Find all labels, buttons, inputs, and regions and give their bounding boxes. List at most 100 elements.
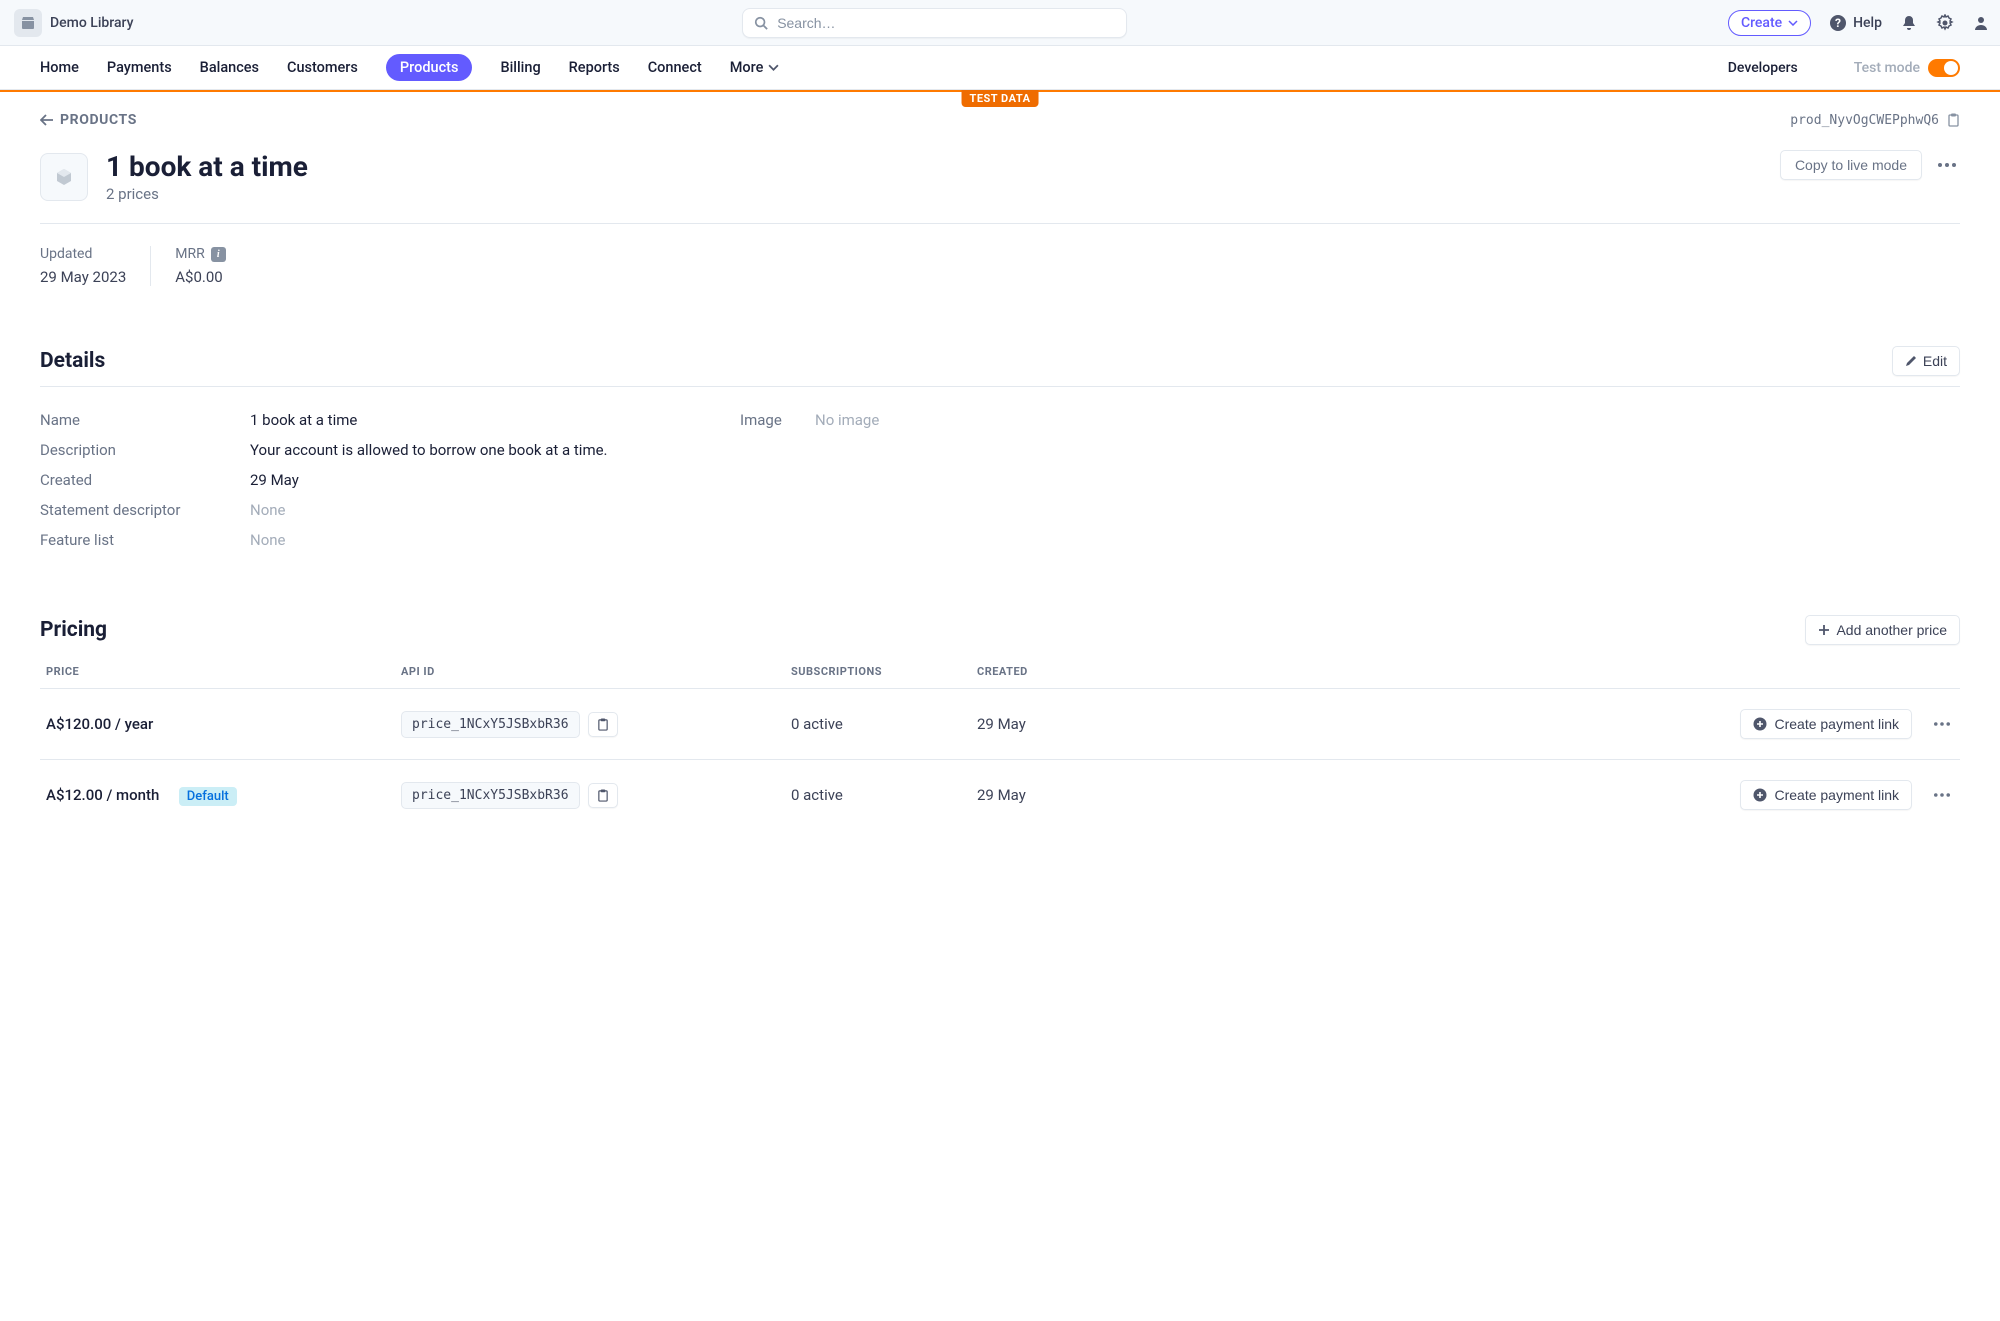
test-mode-label: Test mode: [1854, 60, 1920, 76]
info-icon[interactable]: i: [211, 247, 226, 262]
search-container: [742, 8, 1127, 38]
topbar: Demo Library Create ? Help: [0, 0, 2000, 46]
product-id-wrap: prod_NyvOgCWEPphwQ6: [1790, 113, 1960, 128]
pricing-table-header: PRICE API ID SUBSCRIPTIONS CREATED: [40, 655, 1960, 689]
copy-to-live-button[interactable]: Copy to live mode: [1780, 150, 1922, 180]
details-title: Details: [40, 349, 105, 373]
detail-label: Created: [40, 471, 250, 489]
pricing-header: Pricing Add another price: [40, 615, 1960, 645]
details-col-right: Image No image: [740, 405, 1960, 555]
nav-developers[interactable]: Developers: [1728, 60, 1798, 76]
notifications-button[interactable]: [1900, 14, 1918, 32]
edit-details-button[interactable]: Edit: [1892, 346, 1960, 376]
detail-label: Statement descriptor: [40, 501, 250, 519]
detail-label: Feature list: [40, 531, 250, 549]
breadcrumb-row: PRODUCTS prod_NyvOgCWEPphwQ6: [40, 112, 1960, 128]
api-id-pill: price_1NCxY5JSBxbR36: [401, 711, 580, 738]
dots-horizontal-icon: [1934, 793, 1950, 797]
detail-label: Image: [740, 411, 815, 429]
api-id-wrap: price_1NCxY5JSBxbR36: [401, 782, 791, 809]
row-more-button[interactable]: [1930, 718, 1954, 730]
detail-value: No image: [815, 411, 879, 429]
create-payment-link-label: Create payment link: [1774, 787, 1899, 803]
main-content: PRODUCTS prod_NyvOgCWEPphwQ6 1 book at a…: [0, 92, 2000, 910]
add-price-button[interactable]: Add another price: [1805, 615, 1960, 645]
meta-mrr-label: MRR: [175, 246, 204, 262]
settings-button[interactable]: [1936, 14, 1954, 32]
col-api-header: API ID: [401, 665, 791, 678]
details-grid: Name 1 book at a time Description Your a…: [40, 405, 1960, 555]
profile-button[interactable]: [1972, 14, 1990, 32]
arrow-left-icon: [40, 114, 54, 126]
test-mode-toggle[interactable]: [1928, 59, 1960, 77]
search-icon: [754, 16, 768, 30]
nav-more[interactable]: More: [730, 55, 780, 80]
user-icon: [1972, 14, 1990, 32]
row-more-button[interactable]: [1930, 789, 1954, 801]
create-payment-link-button[interactable]: Create payment link: [1740, 709, 1912, 739]
divider: [40, 386, 1960, 387]
detail-value: Your account is allowed to borrow one bo…: [250, 441, 608, 459]
create-button[interactable]: Create: [1728, 10, 1811, 36]
dots-horizontal-icon: [1938, 163, 1956, 167]
subscriptions-text: 0 active: [791, 786, 843, 804]
nav-customers[interactable]: Customers: [287, 55, 358, 80]
breadcrumb[interactable]: PRODUCTS: [40, 112, 137, 128]
meta-mrr: MRR i A$0.00: [150, 246, 249, 286]
detail-value: 29 May: [250, 471, 299, 489]
nav-home[interactable]: Home: [40, 55, 79, 80]
meta-updated-value: 29 May 2023: [40, 268, 126, 286]
help-label: Help: [1853, 15, 1882, 31]
detail-value: 1 book at a time: [250, 411, 357, 429]
breadcrumb-label: PRODUCTS: [60, 112, 137, 128]
col-price-header: PRICE: [46, 665, 401, 678]
test-data-stripe: TEST DATA: [0, 90, 2000, 92]
test-data-badge: TEST DATA: [962, 90, 1039, 107]
navbar: Home Payments Balances Customers Product…: [0, 46, 2000, 90]
detail-value: None: [250, 501, 286, 519]
col-subs-header: SUBSCRIPTIONS: [791, 665, 977, 678]
details-section: Details Edit Name 1 book at a time Descr…: [40, 346, 1960, 555]
nav-payments[interactable]: Payments: [107, 55, 172, 80]
more-actions-button[interactable]: [1934, 159, 1960, 171]
pricing-row[interactable]: A$12.00 / month Default price_1NCxY5JSBx…: [40, 760, 1960, 830]
clipboard-icon: [1947, 113, 1960, 127]
nav-balances[interactable]: Balances: [200, 55, 259, 80]
details-col-left: Name 1 book at a time Description Your a…: [40, 405, 700, 555]
plus-icon: [1818, 624, 1830, 636]
clipboard-icon: [597, 789, 609, 802]
title-left: 1 book at a time 2 prices: [40, 150, 308, 203]
nav-reports[interactable]: Reports: [569, 55, 620, 80]
nav-billing[interactable]: Billing: [500, 55, 540, 80]
search-input[interactable]: [742, 8, 1127, 38]
add-price-label: Add another price: [1836, 622, 1947, 638]
help-button[interactable]: ? Help: [1829, 14, 1882, 32]
box-icon: [53, 166, 75, 188]
subscriptions-text: 0 active: [791, 715, 843, 733]
api-id-pill: price_1NCxY5JSBxbR36: [401, 782, 580, 809]
bell-icon: [1900, 14, 1918, 32]
detail-row-image: Image No image: [740, 405, 1960, 435]
brand[interactable]: Demo Library: [6, 6, 141, 40]
detail-label: Description: [40, 441, 250, 459]
created-text: 29 May: [977, 786, 1026, 804]
pricing-row[interactable]: A$120.00 / year price_1NCxY5JSBxbR36 0 a…: [40, 689, 1960, 760]
svg-text:?: ?: [1835, 16, 1841, 30]
chevron-down-icon: [768, 64, 779, 71]
create-button-label: Create: [1741, 15, 1782, 31]
title-row: 1 book at a time 2 prices Copy to live m…: [40, 150, 1960, 203]
price-text: A$12.00 / month: [46, 786, 159, 804]
pencil-icon: [1905, 355, 1917, 367]
detail-row-description: Description Your account is allowed to b…: [40, 435, 700, 465]
copy-api-id-button[interactable]: [588, 783, 618, 808]
copy-api-id-button[interactable]: [588, 712, 618, 737]
nav-products[interactable]: Products: [386, 54, 473, 81]
copy-product-id-button[interactable]: [1947, 113, 1960, 127]
nav-connect[interactable]: Connect: [648, 55, 702, 80]
meta-updated-label: Updated: [40, 246, 126, 262]
create-payment-link-button[interactable]: Create payment link: [1740, 780, 1912, 810]
help-icon: ?: [1829, 14, 1847, 32]
created-text: 29 May: [977, 715, 1026, 733]
title-actions: Copy to live mode: [1780, 150, 1960, 180]
navbar-inner: Home Payments Balances Customers Product…: [40, 54, 1960, 81]
